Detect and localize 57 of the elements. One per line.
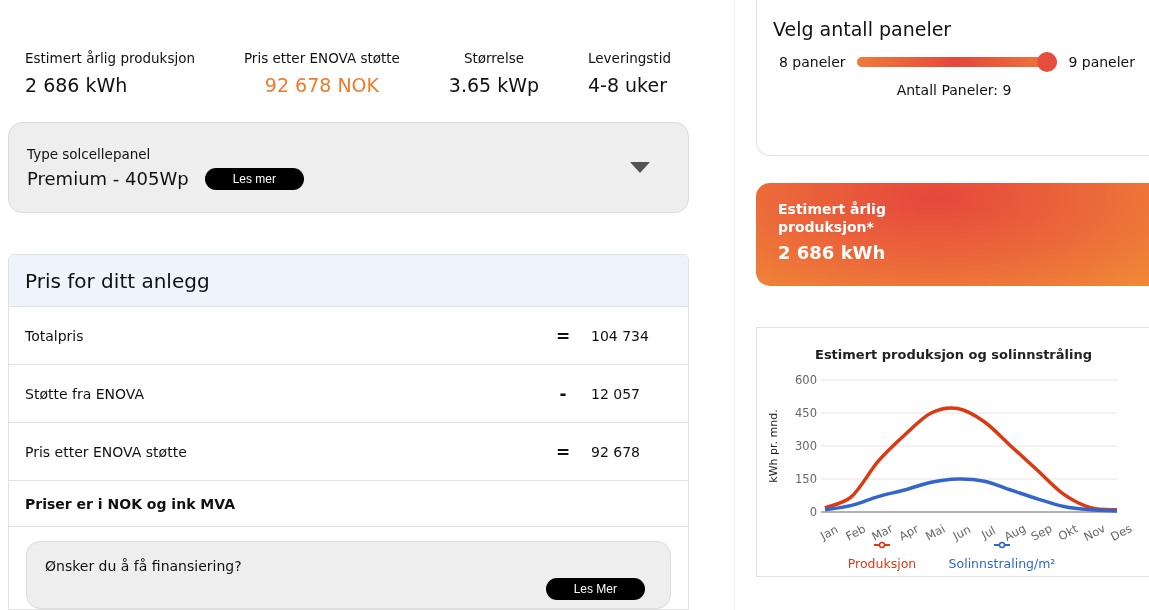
read-more-button[interactable]: Les mer — [204, 167, 304, 190]
card-title: Velg antall paneler — [773, 18, 953, 40]
legend-marker-icon — [873, 541, 891, 549]
legend-marker-icon — [993, 541, 1011, 549]
card-title: Pris for ditt anlegg — [9, 255, 688, 307]
caret-icon[interactable] — [630, 161, 650, 174]
slider-thumb[interactable] — [1037, 52, 1057, 72]
dropdown-value: Premium - 405Wp — [27, 168, 189, 189]
operator-sign: = — [554, 325, 572, 346]
price-amount: 92 678 — [590, 443, 641, 460]
price-label: Støtte fra ENOVA — [25, 385, 146, 402]
y-tick-label: 300 — [795, 439, 817, 453]
x-tick-label: Sep — [1028, 521, 1055, 544]
stat-label: Leveringstid — [588, 50, 671, 66]
x-tick-label: Nov — [1081, 521, 1108, 544]
price-note: Priser er i NOK og ink MVA — [25, 495, 235, 512]
stat-value: 3.65 kWp — [448, 74, 540, 96]
slider-reading: Antall Paneler: 9 — [895, 82, 1013, 98]
stat-label: Estimert årlig produksjon — [25, 50, 195, 66]
financing-question: Ønsker du å få finansiering? — [45, 558, 243, 574]
read-more-button[interactable]: Les Mer — [545, 578, 645, 600]
panel-slider[interactable] — [857, 52, 1057, 72]
y-tick-label: 0 — [809, 505, 817, 519]
y-tick-label: 150 — [795, 472, 817, 486]
x-tick-label: Feb — [843, 521, 868, 544]
x-tick-label: Okt — [1055, 521, 1081, 544]
slider-min-label: 8 paneler — [779, 54, 846, 70]
stat-value: 2 686 kWh — [25, 74, 129, 96]
operator-sign: = — [554, 441, 572, 462]
panel-type-dropdown[interactable]: Type solcellepanel Premium - 405Wp Les mer — [8, 122, 689, 213]
price-label: Totalpris — [25, 327, 85, 344]
stat-label: Pris etter ENOVA støtte — [243, 50, 400, 66]
x-tick-label: Jun — [950, 522, 974, 543]
y-tick-label: 450 — [795, 406, 817, 420]
x-tick-label: Jan — [818, 522, 841, 543]
stat-value: 4-8 uker — [588, 74, 668, 96]
y-axis-label: kWh pr. mnd. — [767, 409, 780, 483]
operator-sign: - — [558, 383, 568, 404]
legend-label: Solinnstraling/m² — [948, 556, 1056, 571]
x-tick-label: Apr — [896, 521, 921, 544]
chart-title: Estimert produksjon og solinnstråling — [815, 347, 1093, 362]
x-tick-label: Aug — [1001, 521, 1029, 544]
stat-value: 92 678 NOK — [264, 74, 379, 96]
price-amount: 12 057 — [590, 385, 641, 402]
price-label: Pris etter ENOVA støtte — [25, 443, 188, 460]
x-tick-label: Jul — [979, 523, 998, 542]
x-tick-label: Mar — [869, 521, 896, 544]
legend-label: Produksjon — [847, 556, 917, 571]
slider-max-label: 9 paneler — [1068, 54, 1135, 70]
dropdown-label: Type solcellepanel — [27, 145, 152, 162]
x-tick-label: Mai — [923, 521, 948, 544]
x-tick-label: Des — [1108, 521, 1135, 544]
y-tick-label: 600 — [795, 373, 817, 387]
production-label: Estimert årlig produksjon* — [778, 201, 887, 236]
production-value: 2 686 kWh — [778, 242, 887, 263]
price-amount: 104 734 — [590, 327, 650, 344]
stat-label: Størrelse — [463, 50, 524, 66]
